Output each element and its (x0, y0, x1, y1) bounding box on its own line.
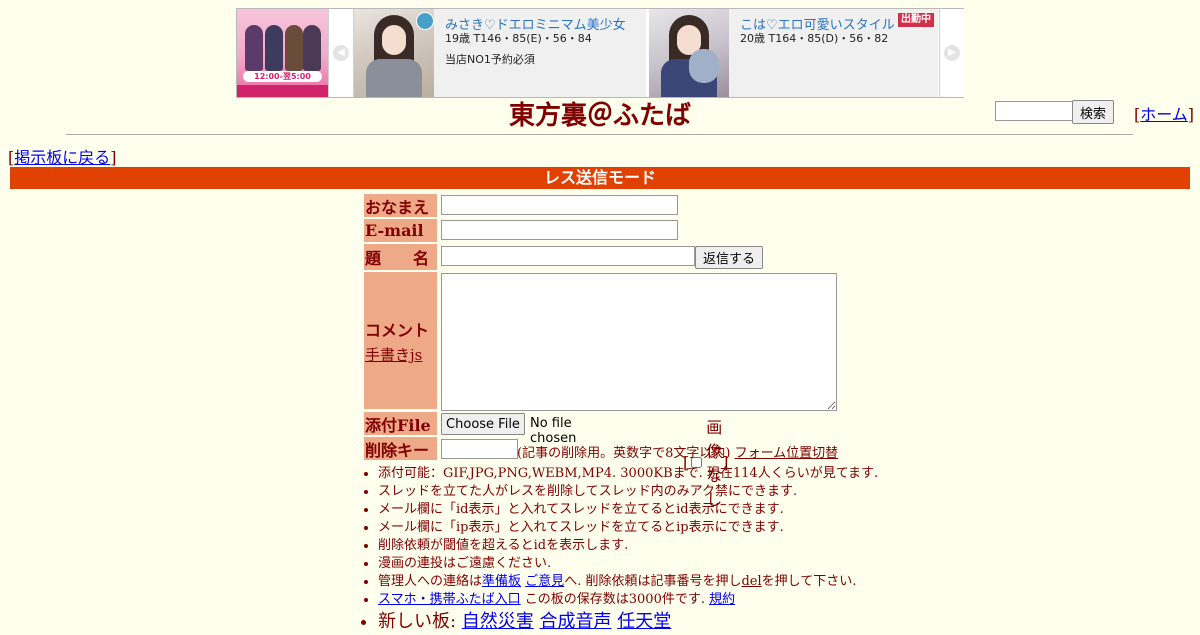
ad-logo-figure (303, 25, 321, 71)
home-link[interactable]: ホーム (1140, 105, 1188, 124)
new-badge-icon (416, 12, 434, 30)
prep-board-link[interactable]: 準備板 (482, 574, 521, 589)
list-item: 削除依頼が閾値を超えるとidを表示します. (378, 537, 878, 555)
bear-plush (689, 49, 719, 83)
choose-file-button[interactable]: Choose File (441, 413, 525, 435)
new-boards-item: 新しい板: 自然災害 合成音声 任天堂 (378, 609, 878, 635)
note-text: へ. 削除依頼は記事番号を押し (564, 574, 742, 589)
title-divider (66, 134, 1133, 136)
ad-banner[interactable]: 12:00-翌5:00 ◀ みさき♡ドエロミニマム美少女 19歳 T146・85… (236, 8, 964, 98)
reply-submit-button[interactable]: 返信する (695, 246, 763, 269)
chevron-left-icon: ◀ (333, 45, 349, 61)
note-text: を押して下さい. (761, 574, 857, 589)
ad-next-button[interactable]: ▶ (939, 9, 964, 97)
terms-link[interactable]: 規約 (709, 592, 735, 607)
form-position-toggle-link[interactable]: フォーム位置切替 (735, 446, 839, 461)
subject-label-part: 題 (365, 249, 382, 268)
ad-shop-logo[interactable]: 12:00-翌5:00 (237, 9, 328, 97)
feedback-link[interactable]: ご意見 (525, 574, 564, 589)
chevron-right-icon: ▶ (944, 45, 960, 61)
email-field[interactable] (441, 220, 678, 240)
delete-key-label: 削除キー (364, 437, 437, 460)
ad-logo-figure (265, 25, 283, 71)
photo-face (382, 25, 406, 55)
board-rules-list: 添付可能：GIF,JPG,PNG,WEBM,MP4. 3000KBまで. 現在1… (360, 465, 878, 635)
list-item: スレッドを立てた人がレスを削除してスレッド内のみアク禁にできます. (378, 483, 878, 501)
ad-logo-strip (237, 85, 328, 97)
subject-field[interactable] (441, 246, 695, 266)
back-link-wrapper: [掲示板に戻る] (8, 148, 117, 167)
ad-photo[interactable] (649, 9, 729, 97)
comment-label: コメント 手書きjs (364, 272, 437, 409)
delete-key-note: (記事の削除用。英数字で8文字以内) フォーム位置切替 (517, 442, 838, 461)
list-item: メール欄に「ip表示」と入れてスレッドを立てるとip表示にできます. (378, 519, 878, 537)
list-item: 漫画の連投はご遠慮ください. (378, 555, 878, 573)
list-item: スマホ・携帯ふたば入口 この板の保存数は3000件です. 規約 (378, 591, 878, 609)
new-boards-label: 新しい板: (378, 611, 462, 632)
search-button[interactable]: 検索 (1072, 100, 1114, 124)
ad-prev-button[interactable]: ◀ (328, 9, 354, 97)
name-field[interactable] (441, 195, 678, 215)
reply-mode-banner: レス送信モード (10, 167, 1190, 189)
list-item: 添付可能：GIF,JPG,PNG,WEBM,MP4. 3000KBまで. 現在1… (378, 465, 878, 483)
back-to-board-link[interactable]: 掲示板に戻る (14, 148, 110, 167)
note-text: この板の保存数は3000件です. (520, 592, 710, 607)
board-link-synth-voice[interactable]: 合成音声 (540, 611, 612, 632)
ad-card[interactable]: こは♡エロ可愛いスタイル 出勤中 20歳 T164・85(D)・56・82 (649, 9, 938, 97)
ad-card[interactable]: みさき♡ドエロミニマム美少女 19歳 T146・85(E)・56・84 当店NO… (354, 9, 646, 97)
photo-body (366, 59, 422, 97)
name-label: おなまえ (364, 194, 437, 217)
on-duty-badge: 出勤中 (898, 13, 934, 27)
email-label: E-mail (364, 219, 437, 242)
ad-photo[interactable] (354, 9, 434, 97)
subject-label: 題 名 (364, 244, 437, 270)
delete-key-field[interactable] (441, 439, 518, 459)
ad-logo-figure (285, 25, 303, 71)
note-text: 管理人への連絡は (378, 574, 483, 589)
list-item: 管理人への連絡は準備板 ご意見へ. 削除依頼は記事番号を押しdelを押して下さい… (378, 573, 878, 591)
delete-key-note-text: (記事の削除用。英数字で8文字以内) (517, 446, 731, 461)
file-label: 添付File (364, 412, 437, 435)
home-link-wrapper: [ホーム] (1134, 105, 1195, 124)
del-link[interactable]: del (741, 574, 761, 589)
comment-textarea[interactable] (441, 273, 837, 411)
ad-card-stats: 19歳 T146・85(E)・56・84 (445, 32, 592, 45)
list-item: メール欄に「id表示」と入れてスレッドを立てるとid表示にできます. (378, 501, 878, 519)
ad-logo-figure (245, 25, 263, 71)
search-input[interactable] (995, 101, 1075, 121)
mobile-entry-link[interactable]: スマホ・携帯ふたば入口 (378, 592, 521, 607)
handwriting-link[interactable]: 手書きjs (365, 344, 422, 365)
ad-shop-hours: 12:00-翌5:00 (243, 71, 322, 82)
ad-card-stats: 20歳 T164・85(D)・56・82 (740, 32, 889, 45)
comment-label-text: コメント (365, 320, 430, 340)
board-link-natural-disaster[interactable]: 自然災害 (462, 611, 534, 632)
ad-card-note: 当店NO1予約必須 (445, 53, 535, 66)
subject-label-part: 名 (412, 249, 429, 268)
board-link-nintendo[interactable]: 任天堂 (617, 611, 671, 632)
